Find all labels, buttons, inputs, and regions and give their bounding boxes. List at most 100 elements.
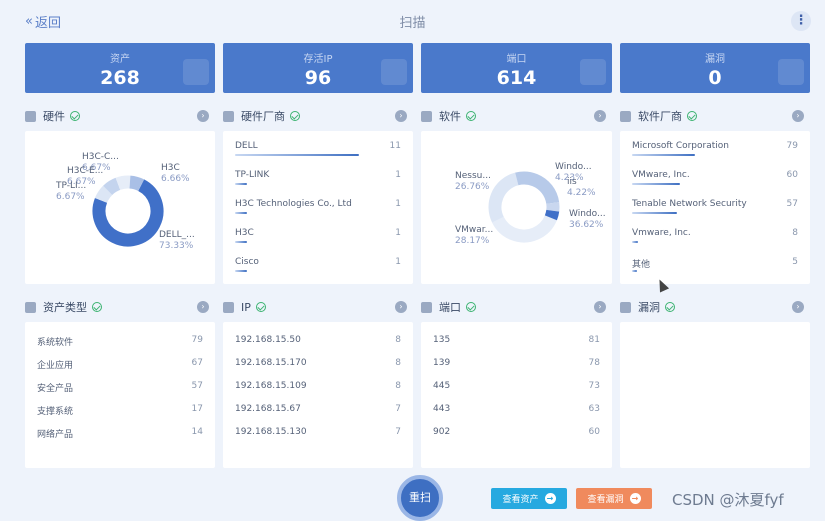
list-item[interactable]: 139 78 <box>433 358 600 372</box>
vendor-row[interactable]: Microsoft Corporation 79 <box>632 141 798 156</box>
chevron-right-icon[interactable]: › <box>395 110 407 122</box>
list-item[interactable]: 系统软件 79 <box>37 335 203 349</box>
section-title: 端口 <box>439 301 461 314</box>
stat-card-assets[interactable]: 资产 268 <box>25 43 215 93</box>
watermark: CSDN @沐夏fyf <box>672 491 784 509</box>
chevron-right-icon[interactable]: › <box>594 301 606 313</box>
stat-card-live-ip[interactable]: 存活IP 96 <box>223 43 413 93</box>
vendor-count: 1 <box>395 199 401 209</box>
section-title: 资产类型 <box>43 301 87 314</box>
list-item[interactable]: 902 60 <box>433 427 600 441</box>
vendor-name: VMware, Inc. <box>632 170 690 180</box>
list-item-name: 安全产品 <box>37 384 74 394</box>
list-item-name: 192.168.15.109 <box>235 381 307 391</box>
pie-label-name: iis <box>567 177 577 187</box>
list-item[interactable]: 网络产品 14 <box>37 427 203 441</box>
vendor-bar <box>235 212 247 214</box>
list-item-count: 7 <box>395 404 401 414</box>
pie-label: H3C 6.66% <box>161 163 190 185</box>
vendor-row[interactable]: Tenable Network Security 57 <box>632 199 798 214</box>
list-item[interactable]: 135 81 <box>433 335 600 349</box>
list-item[interactable]: 192.168.15.109 8 <box>235 381 401 395</box>
vendor-count: 11 <box>389 141 401 151</box>
vendor-bar <box>632 270 637 272</box>
list-item[interactable]: 支撑系统 17 <box>37 404 203 418</box>
list-item-name: 139 <box>433 358 451 368</box>
vendor-name: Vmware, Inc. <box>632 228 691 238</box>
vendor-row[interactable]: Vmware, Inc. 8 <box>632 228 798 243</box>
chevron-right-icon[interactable]: › <box>792 110 804 122</box>
chevron-right-icon[interactable]: › <box>395 301 407 313</box>
list-item-name: 192.168.15.130 <box>235 427 307 437</box>
port-icon <box>580 59 606 85</box>
stat-card-vulns[interactable]: 漏洞 0 <box>620 43 810 93</box>
rescan-button[interactable]: 重扫 <box>397 475 443 521</box>
pie-label-pct: 73.33% <box>159 241 194 251</box>
list-item[interactable]: 192.168.15.130 7 <box>235 427 401 441</box>
vendor-row[interactable]: VMware, Inc. 60 <box>632 170 798 185</box>
pie-label-name: H3C-E... <box>67 166 104 176</box>
vendor-row[interactable]: Cisco 1 <box>235 257 401 272</box>
vendor-row[interactable]: 其他 5 <box>632 257 798 272</box>
vendor-row[interactable]: H3C 1 <box>235 228 401 243</box>
vendor-bar <box>235 183 247 185</box>
vendor-row[interactable]: H3C Technologies Co., Ltd 1 <box>235 199 401 214</box>
vendor-count: 8 <box>792 228 798 238</box>
section-title: IP <box>241 300 251 314</box>
vendor-row[interactable]: DELL 11 <box>235 141 401 156</box>
section-title: 软件厂商 <box>638 110 682 123</box>
list-item[interactable]: 445 73 <box>433 381 600 395</box>
chevron-right-icon[interactable]: › <box>594 110 606 122</box>
vendor-name: Microsoft Corporation <box>632 141 729 151</box>
page-title: 扫描 <box>399 16 426 31</box>
vendor-bar <box>632 183 680 185</box>
more-menu-button[interactable]: ⋮ <box>791 11 811 31</box>
vendor-name: Cisco <box>235 257 259 267</box>
vendor-count: 79 <box>786 141 798 151</box>
list-item-count: 79 <box>191 335 203 345</box>
list-item-count: 73 <box>588 381 600 391</box>
vendor-row[interactable]: TP-LINK 1 <box>235 170 401 185</box>
list-item[interactable]: 192.168.15.50 8 <box>235 335 401 349</box>
pie-label-name: Windo... <box>569 209 606 219</box>
list-item[interactable]: 443 63 <box>433 404 600 418</box>
chevron-right-icon[interactable]: › <box>197 110 209 122</box>
bug-icon <box>778 59 804 85</box>
chevron-right-icon[interactable]: › <box>197 301 209 313</box>
vendor-name: H3C <box>235 228 254 238</box>
list-item-name: 支撑系统 <box>37 407 74 417</box>
chevron-right-icon[interactable]: › <box>792 301 804 313</box>
section-title: 硬件 <box>43 110 65 123</box>
section-header-ip: IP <box>223 298 266 316</box>
list-item[interactable]: 安全产品 57 <box>37 381 203 395</box>
list-item-name: 企业应用 <box>37 361 74 371</box>
list-item[interactable]: 192.168.15.67 7 <box>235 404 401 418</box>
vendor-name: H3C Technologies Co., Ltd <box>235 199 352 209</box>
view-vulns-button[interactable]: 查看漏洞 → <box>576 488 652 509</box>
list-item[interactable]: 企业应用 67 <box>37 358 203 372</box>
pie-label: DELL_... 73.33% <box>159 230 195 252</box>
port-icon <box>421 301 432 313</box>
stat-card-ports[interactable]: 端口 614 <box>421 43 612 93</box>
vendor-name: Tenable Network Security <box>632 199 747 209</box>
check-circle-icon <box>290 111 300 121</box>
pie-label-pct: 28.17% <box>455 236 490 246</box>
list-item-count: 8 <box>395 358 401 368</box>
view-assets-button[interactable]: 查看资产 → <box>491 488 567 509</box>
pie-label-name: Windo... <box>555 162 592 172</box>
pie-label-name: VMwar... <box>455 225 494 235</box>
list-item-count: 7 <box>395 427 401 437</box>
pie-label: TP-LI... 6.67% <box>56 181 86 203</box>
vendor-count: 5 <box>792 257 798 267</box>
pie-label-pct: 4.22% <box>567 188 596 198</box>
list-item-name: 135 <box>433 335 451 345</box>
view-assets-label: 查看资产 <box>502 495 539 505</box>
section-header-asset-type: 资产类型 <box>25 298 102 316</box>
list-item-name: 445 <box>433 381 451 391</box>
vendor-bar <box>632 154 695 156</box>
vendor-bar <box>235 241 247 243</box>
list-item-name: 192.168.15.67 <box>235 404 301 414</box>
list-item[interactable]: 192.168.15.170 8 <box>235 358 401 372</box>
pie-label-pct: 36.62% <box>569 220 604 230</box>
vendor-name: 其他 <box>632 260 651 270</box>
